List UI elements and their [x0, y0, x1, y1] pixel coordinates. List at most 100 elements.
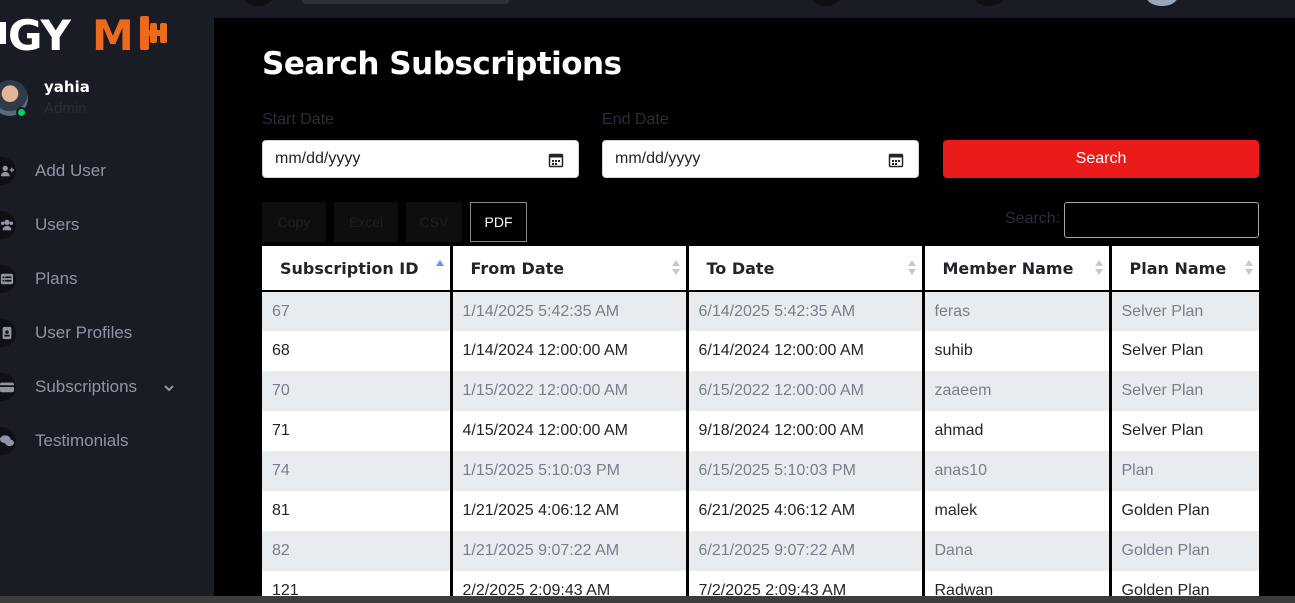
- column-header-from-date[interactable]: From Date: [449, 246, 687, 292]
- svg-text:M: M: [92, 11, 133, 56]
- online-status-icon: [16, 107, 27, 118]
- svg-text:GY: GY: [8, 11, 72, 56]
- sidebar-item-subscriptions[interactable]: Subscriptions: [0, 360, 214, 414]
- table-row: 67 1/14/2025 5:42:35 AM 6/14/2025 5:42:3…: [262, 291, 1259, 331]
- sort-icon: [1094, 260, 1103, 276]
- cell-from-date: 1/15/2025 5:10:03 PM: [449, 451, 687, 491]
- bell-icon[interactable]: [973, 0, 1005, 6]
- cell-member-name: anas10: [921, 451, 1110, 491]
- column-label: From Date: [470, 258, 565, 278]
- column-label: Plan Name: [1129, 258, 1227, 278]
- cell-subscription-id: 68: [262, 331, 451, 371]
- window-bottom-edge: [0, 596, 1295, 603]
- cell-subscription-id: 67: [262, 291, 451, 331]
- copy-button[interactable]: Copy: [262, 202, 326, 242]
- sidebar-item-label: Plans: [35, 269, 78, 288]
- sidebar-item-plans[interactable]: Plans: [0, 252, 214, 306]
- pdf-button[interactable]: PDF: [470, 202, 527, 242]
- table-row: 82 1/21/2025 9:07:22 AM 6/21/2025 9:07:2…: [262, 531, 1259, 571]
- users-icon: [0, 211, 16, 239]
- column-label: Member Name: [942, 258, 1074, 278]
- column-header-to-date[interactable]: To Date: [685, 246, 923, 292]
- start-date-placeholder: mm/dd/yyyy: [275, 150, 361, 167]
- sidebar-item-add-user[interactable]: Add User: [0, 144, 214, 198]
- user-plus-icon: [0, 157, 16, 185]
- table-row: 70 1/15/2022 12:00:00 AM 6/15/2022 12:00…: [262, 371, 1259, 411]
- sort-icon: [907, 260, 916, 276]
- column-label: To Date: [706, 258, 775, 278]
- excel-button[interactable]: Excel: [334, 202, 398, 242]
- column-header-plan-name[interactable]: Plan Name: [1108, 246, 1259, 292]
- sort-icon: [671, 260, 680, 276]
- topbar: [214, 0, 1295, 18]
- cell-subscription-id: 70: [262, 371, 451, 411]
- cell-member-name: ahmad: [921, 411, 1110, 451]
- cell-from-date: 1/14/2025 5:42:35 AM: [449, 291, 687, 331]
- cell-to-date: 6/15/2022 12:00:00 AM: [685, 371, 923, 411]
- table-row: 68 1/14/2024 12:00:00 AM 6/14/2024 12:00…: [262, 331, 1259, 371]
- cell-subscription-id: 71: [262, 411, 451, 451]
- cell-to-date: 6/21/2025 9:07:22 AM: [685, 531, 923, 571]
- column-header-member-name[interactable]: Member Name: [921, 246, 1110, 292]
- cell-subscription-id: 121: [262, 571, 451, 596]
- sidebar: GY M yahia Admin Add User Users Plans Us…: [0, 0, 214, 603]
- start-date-label: Start Date: [262, 111, 335, 128]
- menu-toggle-icon[interactable]: [242, 0, 274, 6]
- sidebar-item-testimonials[interactable]: Testimonials: [0, 414, 214, 468]
- cell-member-name: Radwan: [921, 571, 1110, 596]
- cell-member-name: feras: [921, 291, 1110, 331]
- column-header-subscription-id[interactable]: Subscription ID: [262, 246, 451, 292]
- credit-card-icon: [0, 373, 16, 401]
- table-row: 121 2/2/2025 2:09:43 AM 7/2/2025 2:09:43…: [262, 571, 1259, 596]
- topbar-search[interactable]: [302, 0, 509, 4]
- cell-member-name: Dana: [921, 531, 1110, 571]
- sidebar-nav: Add User Users Plans User Profiles Subsc…: [0, 144, 214, 468]
- cell-to-date: 6/15/2025 5:10:03 PM: [685, 451, 923, 491]
- end-date-input[interactable]: mm/dd/yyyy: [602, 140, 919, 178]
- end-date-placeholder: mm/dd/yyyy: [615, 150, 701, 167]
- main-content: Search Subscriptions Start Date mm/dd/yy…: [214, 18, 1295, 596]
- cell-plan-name: Plan: [1108, 451, 1259, 491]
- cell-plan-name: Golden Plan: [1108, 531, 1259, 571]
- user-profile[interactable]: yahia Admin: [0, 78, 214, 122]
- cell-member-name: zaaeem: [921, 371, 1110, 411]
- start-date-input[interactable]: mm/dd/yyyy: [262, 140, 579, 178]
- calendar-icon[interactable]: [888, 152, 904, 168]
- sidebar-item-user-profiles[interactable]: User Profiles: [0, 306, 214, 360]
- profile-role: Admin: [44, 100, 87, 117]
- table-search-input[interactable]: [1064, 202, 1259, 238]
- cell-plan-name: Selver Plan: [1108, 331, 1259, 371]
- cell-plan-name: Selver Plan: [1108, 411, 1259, 451]
- cell-member-name: suhib: [921, 331, 1110, 371]
- table-row: 71 4/15/2024 12:00:00 AM 9/18/2024 12:00…: [262, 411, 1259, 451]
- cell-plan-name: Selver Plan: [1108, 291, 1259, 331]
- sidebar-item-label: Testimonials: [35, 431, 129, 450]
- cell-member-name: malek: [921, 491, 1110, 531]
- sort-icon: [1245, 260, 1253, 276]
- sidebar-item-users[interactable]: Users: [0, 198, 214, 252]
- sidebar-item-label: User Profiles: [35, 323, 133, 342]
- grid-icon[interactable]: [810, 0, 842, 6]
- csv-button[interactable]: CSV: [406, 202, 462, 242]
- search-button[interactable]: Search: [943, 140, 1259, 178]
- chevron-down-icon[interactable]: [162, 381, 176, 395]
- cell-plan-name: Golden Plan: [1108, 571, 1259, 596]
- comments-icon: [0, 427, 16, 455]
- cell-subscription-id: 74: [262, 451, 451, 491]
- table-row: 74 1/15/2025 5:10:03 PM 6/15/2025 5:10:0…: [262, 451, 1259, 491]
- table-search-label: Search:: [1005, 210, 1061, 227]
- sidebar-item-label: Users: [35, 215, 80, 234]
- cell-plan-name: Golden Plan: [1108, 491, 1259, 531]
- id-card-icon: [0, 319, 16, 347]
- cell-plan-name: Selver Plan: [1108, 371, 1259, 411]
- topbar-avatar[interactable]: [1146, 0, 1178, 6]
- brand-logo[interactable]: GY M: [0, 10, 180, 60]
- logo-graphic: GY M: [0, 11, 167, 60]
- table-header-row: Subscription ID From Date To Date Member…: [262, 246, 1259, 292]
- page-title: Search Subscriptions: [262, 46, 622, 82]
- column-label: Subscription ID: [280, 258, 419, 278]
- calendar-icon[interactable]: [548, 152, 564, 168]
- cell-from-date: 4/15/2024 12:00:00 AM: [449, 411, 687, 451]
- cell-to-date: 6/21/2025 4:06:12 AM: [685, 491, 923, 531]
- cell-subscription-id: 82: [262, 531, 451, 571]
